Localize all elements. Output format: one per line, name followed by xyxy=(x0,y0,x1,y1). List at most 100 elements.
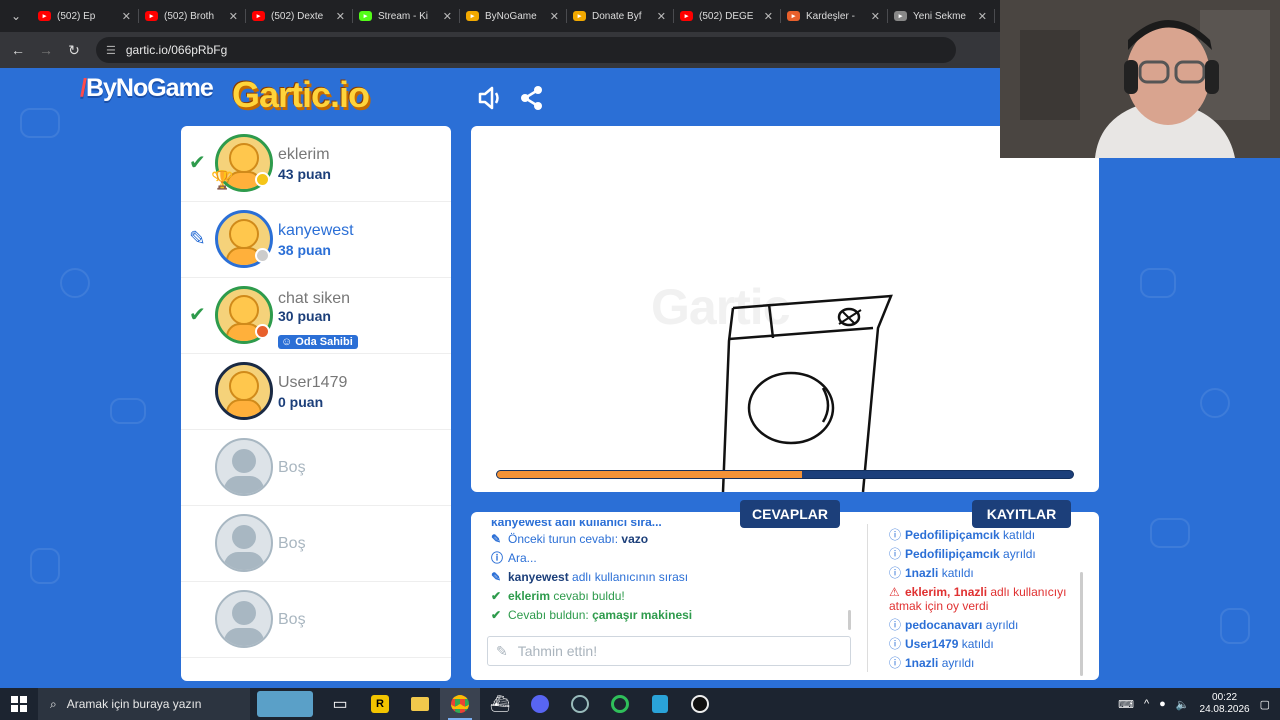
close-tab-icon[interactable]: ✕ xyxy=(122,10,131,23)
kick-icon: ▸ xyxy=(359,11,372,21)
rockstar-icon[interactable]: R xyxy=(360,688,400,720)
browser-tab[interactable]: ▸ (502) Ep ✕ xyxy=(32,0,139,32)
player-row[interactable]: Boş xyxy=(181,506,451,582)
log-entry: ⚠ eklerim, 1nazli adlı kullanıcıyı atmak … xyxy=(889,585,1079,613)
log-text: katıldı xyxy=(999,528,1036,542)
close-tab-icon[interactable]: ✕ xyxy=(764,10,773,23)
windows-taskbar: ⌕ Aramak için buraya yazın ▭ R ⛴ ⌨ ^ ● 🔈… xyxy=(0,688,1280,720)
close-tab-icon[interactable]: ✕ xyxy=(229,10,238,23)
browser-tab[interactable]: ▸ ByNoGame ✕ xyxy=(460,0,567,32)
youtube-icon: ▸ xyxy=(38,11,51,21)
discord-icon[interactable] xyxy=(520,688,560,720)
browser-tab[interactable]: ▸ Kardeşler - ✕ xyxy=(781,0,888,32)
webcam-overlay xyxy=(1000,0,1280,158)
info-icon: ⓘ xyxy=(889,637,902,651)
message-text: adlı kullanıcının sırası xyxy=(568,570,689,584)
player-row[interactable]: Boş xyxy=(181,430,451,506)
log-user: pedocanavarı xyxy=(905,618,983,632)
tab-title: Donate Byf xyxy=(592,10,642,22)
browser-tab[interactable]: ▸ Yeni Sekme ✕ xyxy=(888,0,995,32)
ship-app-icon[interactable]: ⛴ xyxy=(480,688,520,720)
tab-title: ByNoGame xyxy=(485,10,537,22)
microphone-icon[interactable]: ● xyxy=(1159,698,1166,710)
close-tab-icon[interactable]: ✕ xyxy=(443,10,452,23)
obs-icon[interactable] xyxy=(680,688,720,720)
tab-title: (502) DEĞE xyxy=(699,10,754,22)
message-text: Önceki turun cevabı: xyxy=(508,532,622,546)
taskbar-clock[interactable]: 00:22 24.08.2026 xyxy=(1200,692,1250,716)
player-name: User1479 xyxy=(278,374,348,391)
speaker-icon[interactable] xyxy=(476,84,504,112)
round-timer-fill xyxy=(497,471,803,478)
gartic-logo[interactable]: Gartic.io xyxy=(232,74,370,116)
volume-icon[interactable]: 🔈 xyxy=(1176,698,1190,711)
answer-message: ✔ Cevabı buldun: çamaşır makinesi xyxy=(491,606,851,625)
player-row[interactable]: User1479 0 puan xyxy=(181,354,451,430)
keyboard-icon[interactable]: ⌨ xyxy=(1118,698,1134,711)
close-tab-icon[interactable]: ✕ xyxy=(978,10,987,23)
green-app-icon[interactable] xyxy=(600,688,640,720)
player-points: 30 puan xyxy=(278,308,331,324)
logs-scrollbar[interactable] xyxy=(1080,572,1083,676)
taskbar-search[interactable]: ⌕ Aramak için buraya yazın xyxy=(38,688,250,720)
taskbar-search-placeholder: Aramak için buraya yazın xyxy=(66,697,202,711)
pencil-icon: ✎ xyxy=(491,532,502,546)
log-entry: ⓘ 1nazli ayrıldı xyxy=(889,656,1079,670)
guess-input[interactable]: ✎ Tahmin ettin! xyxy=(487,636,851,666)
tab-search-icon[interactable]: ⌄ xyxy=(0,0,32,32)
answer-message: ✎ Önceki turun cevabı: vazo xyxy=(491,530,851,549)
status-dot xyxy=(255,248,270,263)
browser-tab[interactable]: ▸ (502) Broth ✕ xyxy=(139,0,246,32)
log-user: 1nazli xyxy=(905,656,939,670)
close-tab-icon[interactable]: ✕ xyxy=(336,10,345,23)
task-view-icon[interactable]: ▭ xyxy=(320,688,360,720)
steam-icon[interactable] xyxy=(560,688,600,720)
player-row[interactable]: ✔ chat siken 30 puan ☺ Oda Sahibi xyxy=(181,278,451,354)
log-user: 1nazli xyxy=(905,566,939,580)
share-icon[interactable] xyxy=(518,84,546,112)
blue-app-icon[interactable] xyxy=(640,688,680,720)
drawing-canvas[interactable]: Gartic xyxy=(471,126,1099,492)
log-entry: ⓘ User1479 katıldı xyxy=(889,637,1079,651)
close-tab-icon[interactable]: ✕ xyxy=(871,10,880,23)
url-field[interactable]: ☰ gartic.io/066pRbFg xyxy=(96,37,956,63)
answers-scrollbar[interactable] xyxy=(848,610,851,630)
tab-title: (502) Broth xyxy=(164,10,215,22)
panel-divider xyxy=(867,524,868,672)
player-row[interactable]: Boş xyxy=(181,582,451,658)
search-highlight-icon[interactable] xyxy=(250,688,320,720)
browser-tab[interactable]: ▸ Stream - Ki ✕ xyxy=(353,0,460,32)
player-row[interactable]: ✔ 🏆 eklerim 43 puan xyxy=(181,126,451,202)
reload-icon[interactable]: ↻ xyxy=(60,42,88,59)
check-icon: ✔ xyxy=(491,608,502,622)
forward-icon[interactable]: → xyxy=(32,42,60,58)
player-list: ✔ 🏆 eklerim 43 puan ✎ kanyewest 38 puan ✔ chat s… xyxy=(181,126,451,681)
log-entry: ⓘ Pedofilipiçamcık katıldı xyxy=(889,528,1079,542)
avatar xyxy=(215,590,273,648)
notifications-icon[interactable]: ▢ xyxy=(1260,698,1270,711)
back-icon[interactable]: ← xyxy=(4,42,32,58)
player-points: 38 puan xyxy=(278,242,331,258)
bynogame-logo[interactable]: /ByNoGame xyxy=(80,74,214,103)
player-name: eklerim xyxy=(278,146,330,163)
windows-start-icon[interactable] xyxy=(0,696,38,712)
drawing-washing-machine xyxy=(721,294,893,492)
browser-tab[interactable]: ▸ Donate Byf ✕ xyxy=(567,0,674,32)
message-text: Ara... xyxy=(508,551,537,565)
tray-expand-icon[interactable]: ^ xyxy=(1144,698,1149,710)
tab-logs[interactable]: KAYITLAR xyxy=(972,500,1071,528)
browser-tab[interactable]: ▸ (502) Dexte ✕ xyxy=(246,0,353,32)
file-explorer-icon[interactable] xyxy=(400,688,440,720)
site-settings-icon[interactable]: ☰ xyxy=(106,44,116,57)
message-highlight: çamaşır makinesi xyxy=(592,608,693,622)
player-points: 43 puan xyxy=(278,166,331,182)
close-tab-icon[interactable]: ✕ xyxy=(657,10,666,23)
browser-tab[interactable]: ▸ (502) DEĞE ✕ xyxy=(674,0,781,32)
close-tab-icon[interactable]: ✕ xyxy=(550,10,559,23)
warning-icon: ⚠ xyxy=(889,585,900,599)
chrome-icon: ▸ xyxy=(894,11,907,21)
log-entry: ⓘ pedocanavarı ayrıldı xyxy=(889,618,1079,632)
player-row[interactable]: ✎ kanyewest 38 puan xyxy=(181,202,451,278)
clock-time: 00:22 xyxy=(1212,692,1238,703)
chrome-icon[interactable] xyxy=(440,688,480,720)
